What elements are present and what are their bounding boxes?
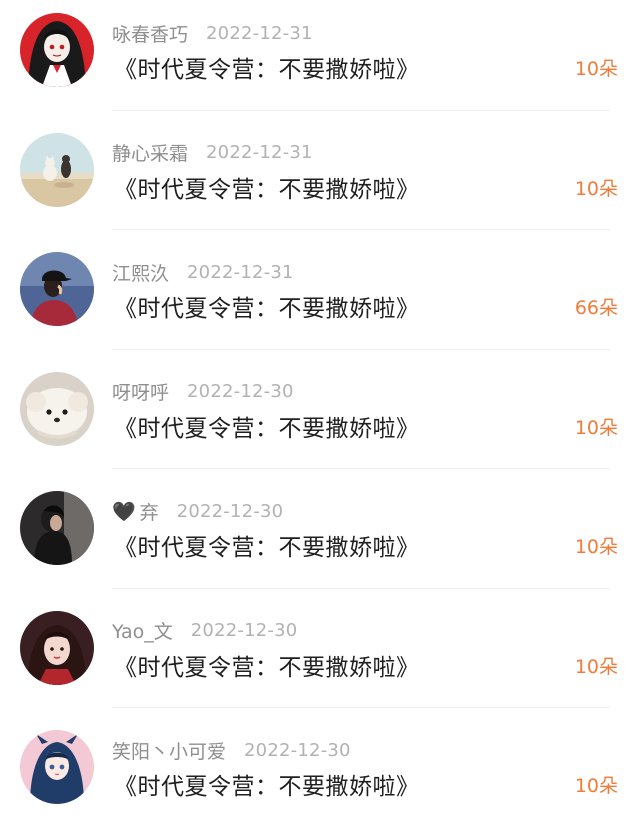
list-item[interactable]: 江熙汣 2022-12-31 《时代夏令营：不要撒娇啦》 66朵 [0, 239, 640, 359]
anime-girl-avatar-icon [20, 13, 94, 87]
avatar[interactable] [20, 610, 94, 685]
gift-count: 10朵 [574, 655, 618, 678]
user-name[interactable]: 呀呀呼 [112, 378, 169, 405]
entry-date: 2022-12-30 [176, 500, 284, 522]
list-item[interactable]: 呀呀呼 2022-12-30 《时代夏令营：不要撒娇啦》 10朵 [0, 359, 640, 479]
gift-count: 10朵 [574, 177, 618, 200]
entry-date: 2022-12-30 [244, 739, 351, 761]
divider [112, 468, 610, 469]
cats-photo-avatar-icon [20, 132, 94, 207]
dark-portrait-avatar-icon [20, 491, 94, 565]
divider [112, 229, 610, 230]
user-name[interactable]: Yao_文 [112, 617, 173, 644]
gift-count: 10朵 [574, 58, 618, 80]
list-item[interactable]: 笑阳丶小可爱 2022-12-30 《时代夏令营：不要撒娇啦》 10朵 [0, 717, 640, 837]
entry-meta: 笑阳丶小可爱 2022-12-30 [112, 737, 351, 763]
avatar[interactable] [20, 371, 94, 446]
user-name[interactable]: 咏春香巧 [112, 20, 188, 47]
anime-hood-avatar-icon [20, 730, 94, 804]
gift-count: 10朵 [574, 775, 618, 797]
divider [112, 348, 610, 350]
entry-date: 2022-12-31 [187, 261, 294, 283]
entry-meta: 咏春香巧 2022-12-31 [112, 20, 313, 46]
entry-meta: 呀呀呼 2022-12-30 [112, 379, 294, 405]
divider [112, 707, 610, 708]
book-title[interactable]: 《时代夏令营：不要撒娇啦》 [114, 767, 420, 801]
entry-date: 2022-12-30 [187, 381, 294, 402]
black-heart-icon: 🖤 [112, 500, 136, 523]
list-item[interactable]: Yao_文 2022-12-30 《时代夏令营：不要撒娇啦》 10朵 [0, 598, 640, 718]
avatar[interactable] [20, 730, 94, 804]
white-dog-avatar-icon [20, 371, 94, 446]
user-name[interactable]: 静心采霜 [112, 139, 188, 166]
book-title[interactable]: 《时代夏令营：不要撒娇啦》 [114, 409, 420, 443]
list-item[interactable]: 🖤 弃 2022-12-30 《时代夏令营：不要撒娇啦》 10朵 [0, 478, 640, 598]
entry-date: 2022-12-31 [206, 142, 313, 163]
book-title[interactable]: 《时代夏令营：不要撒娇啦》 [114, 648, 420, 682]
entry-meta: 江熙汣 2022-12-31 [112, 259, 294, 285]
avatar[interactable] [20, 13, 94, 87]
book-title[interactable]: 《时代夏令营：不要撒娇啦》 [114, 289, 420, 323]
gift-record-list: 咏春香巧 2022-12-31 《时代夏令营：不要撒娇啦》 10朵 静心采霜 2… [0, 0, 640, 821]
avatar[interactable] [20, 252, 94, 326]
girl-portrait-avatar-icon [20, 610, 94, 685]
avatar[interactable] [20, 132, 94, 207]
user-name[interactable]: 江熙汣 [112, 259, 169, 286]
book-title[interactable]: 《时代夏令营：不要撒娇啦》 [114, 170, 420, 204]
entry-meta: 🖤 弃 2022-12-30 [112, 498, 283, 524]
user-name[interactable]: 笑阳丶小可爱 [112, 737, 226, 764]
divider [112, 109, 610, 111]
book-title[interactable]: 《时代夏令营：不要撒娇啦》 [114, 528, 420, 562]
list-item[interactable]: 静心采霜 2022-12-31 《时代夏令营：不要撒娇啦》 10朵 [0, 120, 640, 240]
user-name[interactable]: 弃 [140, 498, 159, 525]
entry-date: 2022-12-31 [206, 22, 313, 44]
gift-count: 10朵 [574, 536, 618, 558]
gift-count: 10朵 [574, 416, 618, 439]
book-title[interactable]: 《时代夏令营：不要撒娇啦》 [114, 50, 420, 84]
avatar[interactable] [20, 491, 94, 565]
gift-count: 66朵 [574, 297, 618, 319]
entry-date: 2022-12-30 [190, 620, 298, 641]
person-cap-sea-avatar-icon [20, 252, 94, 326]
entry-meta: 静心采霜 2022-12-31 [112, 140, 313, 166]
list-item[interactable]: 咏春香巧 2022-12-31 《时代夏令营：不要撒娇啦》 10朵 [0, 0, 640, 120]
entry-meta: Yao_文 2022-12-30 [112, 618, 297, 644]
divider [112, 587, 610, 589]
